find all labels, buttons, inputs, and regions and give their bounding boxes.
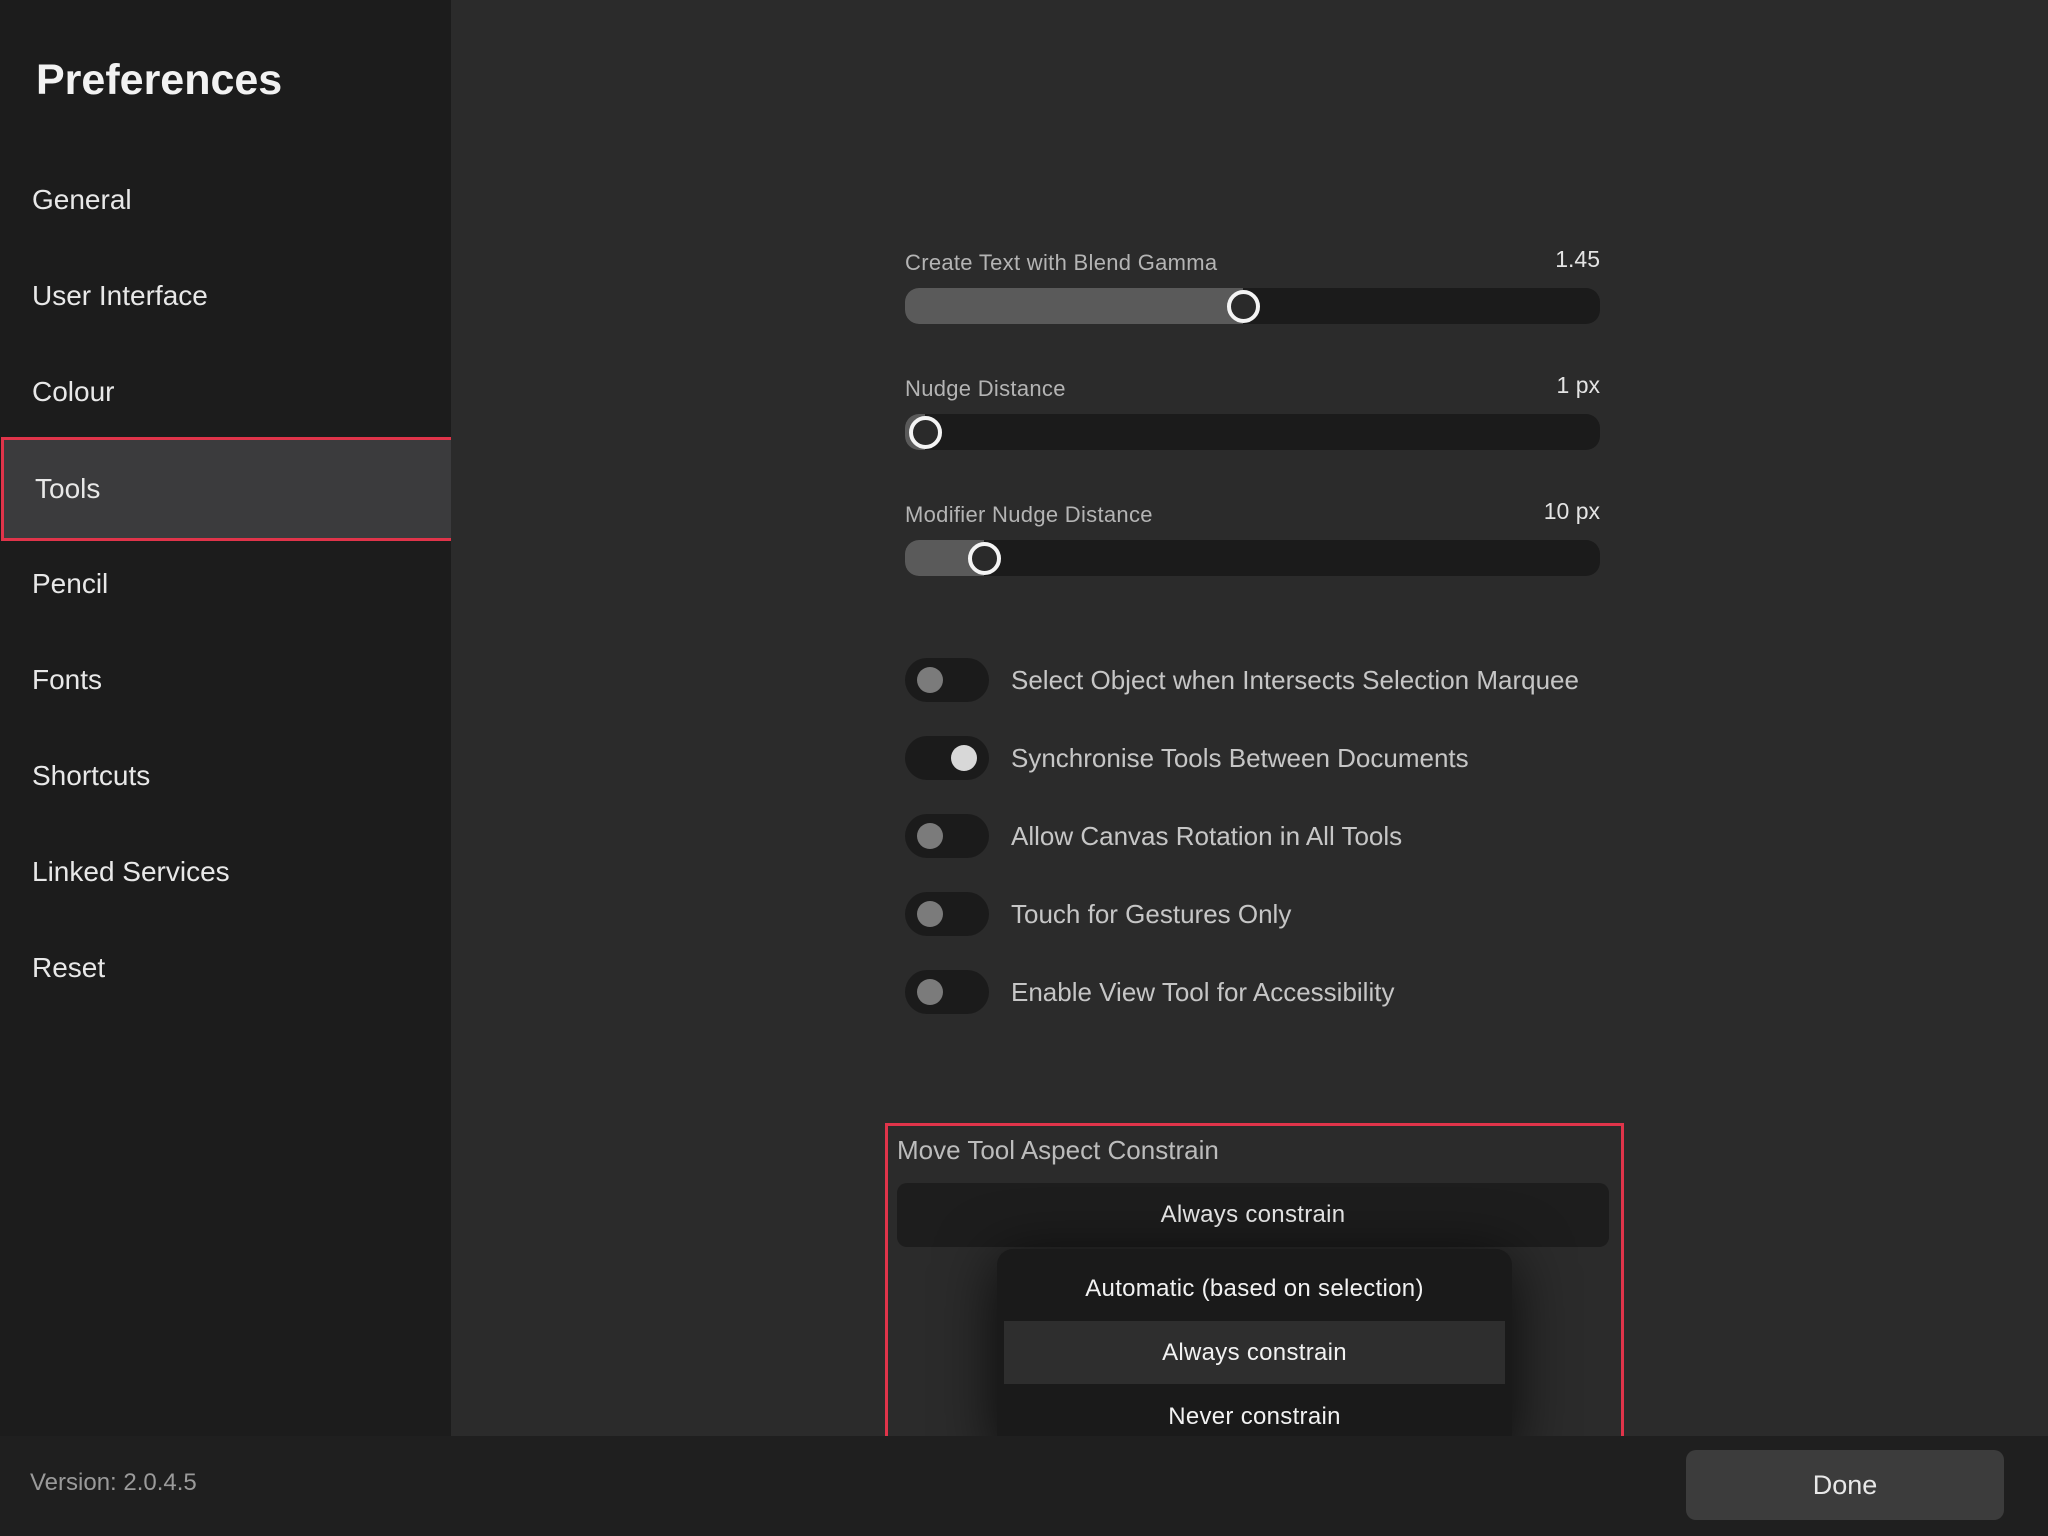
sidebar-item-linked-services[interactable]: Linked Services <box>0 824 451 920</box>
constrain-options-popup: Automatic (based on selection) Always co… <box>997 1249 1512 1452</box>
sidebar-item-shortcuts[interactable]: Shortcuts <box>0 728 451 824</box>
toggle-knob <box>917 667 943 693</box>
sidebar: Preferences General User Interface Colou… <box>0 0 455 1436</box>
select-value: Always constrain <box>1160 1201 1346 1228</box>
sidebar-item-label: Linked Services <box>32 856 230 887</box>
done-button-label: Done <box>1812 1469 1878 1500</box>
move-tool-constrain-select[interactable]: Always constrain <box>897 1183 1609 1247</box>
toggle-row-synchronise-tools: Synchronise Tools Between Documents <box>905 734 1665 782</box>
touch-gestures-toggle[interactable] <box>905 892 989 936</box>
sidebar-item-label: Reset <box>32 952 106 983</box>
option-always-constrain[interactable]: Always constrain <box>1004 1321 1505 1384</box>
toggle-row-canvas-rotation: Allow Canvas Rotation in All Tools <box>905 812 1665 860</box>
sidebar-item-tools[interactable]: Tools <box>1 437 455 541</box>
sidebar-item-reset[interactable]: Reset <box>0 920 451 1016</box>
footer: Version: 2.0.4.5 Done <box>0 1436 2048 1536</box>
nudge-distance-slider[interactable] <box>905 414 1600 450</box>
done-button[interactable]: Done <box>1686 1450 2004 1520</box>
sidebar-item-label: Pencil <box>32 568 109 599</box>
canvas-rotation-toggle[interactable] <box>905 814 989 858</box>
toggle-knob <box>917 823 943 849</box>
sidebar-item-fonts[interactable]: Fonts <box>0 632 451 728</box>
slider-fill <box>905 288 1243 324</box>
toggle-row-view-tool-accessibility: Enable View Tool for Accessibility <box>905 968 1665 1016</box>
toggle-row-touch-gestures: Touch for Gestures Only <box>905 890 1665 938</box>
sidebar-item-general[interactable]: General <box>0 152 451 248</box>
sidebar-item-colour[interactable]: Colour <box>0 344 451 440</box>
modifier-nudge-distance-slider[interactable] <box>905 540 1600 576</box>
sidebar-item-label: Colour <box>32 376 115 407</box>
option-automatic[interactable]: Automatic (based on selection) <box>1004 1257 1505 1320</box>
toggle-knob <box>917 979 943 1005</box>
slider-thumb[interactable] <box>967 542 1001 575</box>
blend-gamma-slider[interactable] <box>905 288 1600 324</box>
slider-thumb[interactable] <box>909 416 942 449</box>
sidebar-item-label: General <box>32 184 132 215</box>
slider-value: 1.45 <box>1555 246 1600 272</box>
sidebar-item-label: Tools <box>35 473 101 504</box>
sidebar-item-user-interface[interactable]: User Interface <box>0 248 451 344</box>
slider-label: Nudge Distance <box>905 376 1066 401</box>
view-tool-accessibility-toggle[interactable] <box>905 970 989 1014</box>
slider-value: 1 px <box>1556 372 1600 398</box>
sidebar-item-label: Fonts <box>32 664 103 695</box>
slider-label: Modifier Nudge Distance <box>905 502 1153 527</box>
version-label: Version: 2.0.4.5 <box>30 1469 197 1496</box>
synchronise-tools-toggle[interactable] <box>905 736 989 780</box>
toggle-label: Select Object when Intersects Selection … <box>1011 664 1579 695</box>
sidebar-item-label: Shortcuts <box>32 760 151 791</box>
sidebar-item-pencil[interactable]: Pencil <box>0 536 451 632</box>
option-label: Automatic (based on selection) <box>1085 1274 1424 1302</box>
select-object-toggle[interactable] <box>905 658 989 702</box>
option-label: Always constrain <box>1162 1338 1347 1366</box>
slider-value: 10 px <box>1543 498 1600 524</box>
page-title: Preferences <box>36 56 283 104</box>
toggle-label: Allow Canvas Rotation in All Tools <box>1011 820 1403 851</box>
slider-thumb[interactable] <box>1226 290 1260 323</box>
move-tool-constrain-label: Move Tool Aspect Constrain <box>897 1135 1219 1165</box>
preferences-window: Preferences General User Interface Colou… <box>0 0 2048 1536</box>
toggle-label: Synchronise Tools Between Documents <box>1011 742 1469 773</box>
toggle-label: Enable View Tool for Accessibility <box>1011 976 1395 1007</box>
toggle-row-select-object: Select Object when Intersects Selection … <box>905 656 1665 704</box>
toggle-label: Touch for Gestures Only <box>1011 898 1292 929</box>
slider-label: Create Text with Blend Gamma <box>905 250 1218 275</box>
sidebar-item-label: User Interface <box>32 280 208 311</box>
toggle-knob <box>951 745 977 771</box>
toggle-knob <box>917 901 943 927</box>
option-label: Never constrain <box>1168 1402 1341 1430</box>
